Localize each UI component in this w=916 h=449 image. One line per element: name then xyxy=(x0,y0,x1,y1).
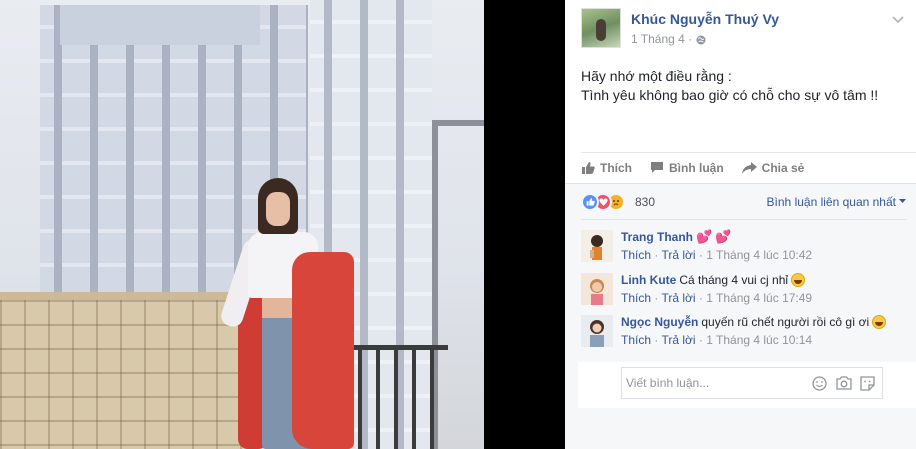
comment-meta: Thích · Trả lời · 1 Tháng 4 lúc 10:42 xyxy=(621,248,813,262)
comment-item: Linh Kute Cá tháng 4 vui cj nhỉ Thích · … xyxy=(581,271,906,313)
post-text-line: Hãy nhớ một điều rằng : xyxy=(581,68,732,84)
comment-meta: Thích · Trả lời · 1 Tháng 4 lúc 17:49 xyxy=(621,291,813,305)
comment-text: Trang Thanh 💕 💕 xyxy=(621,229,906,245)
comment-composer[interactable] xyxy=(621,367,883,399)
share-label: Chia sẻ xyxy=(761,160,805,175)
post-options-chevron-down-icon[interactable] xyxy=(890,12,906,28)
laughing-emoji-icon xyxy=(791,273,806,287)
laughing-emoji-icon xyxy=(872,315,887,329)
like-button[interactable]: Thích xyxy=(581,161,632,175)
reaction-count[interactable]: 830 xyxy=(635,195,655,209)
comment-item: Trang Thanh 💕 💕 Thích · Trả lời · 1 Thán… xyxy=(581,228,906,270)
like-label: Thích xyxy=(600,160,632,175)
post-timestamp[interactable]: 1 Tháng 4 · xyxy=(631,32,692,46)
emoji-icon[interactable] xyxy=(811,375,828,392)
like-icon xyxy=(581,192,599,211)
comment-time[interactable]: 1 Tháng 4 lúc 10:14 xyxy=(706,333,812,347)
post-side-panel: Khúc Nguyễn Thuý Vy 1 Tháng 4 · Hãy nhớ … xyxy=(565,0,916,449)
reactions-row: 830 Bình luận liên quan nhất xyxy=(581,184,906,220)
commenter-name[interactable]: Linh Kute xyxy=(621,272,676,288)
comment-icon xyxy=(651,162,663,173)
globe-icon[interactable] xyxy=(696,34,706,45)
comment-body: quyến rũ chết người rồi cô gì ơi xyxy=(701,315,870,329)
comment-reply-link[interactable]: Trả lời xyxy=(661,291,695,305)
composer-icons xyxy=(811,375,882,392)
photo-fur-right xyxy=(292,252,354,449)
author-name[interactable]: Khúc Nguyễn Thuý Vy xyxy=(631,11,779,27)
comment-button[interactable]: Bình luận xyxy=(650,161,724,175)
comments-section: 830 Bình luận liên quan nhất Trang Thanh… xyxy=(565,183,916,449)
comment-body: Cá tháng 4 vui cj nhỉ xyxy=(679,273,789,287)
comment-composer-area xyxy=(578,362,916,408)
comment-like-link[interactable]: Thích xyxy=(621,333,651,347)
comment-reply-link[interactable]: Trả lời xyxy=(661,248,695,262)
post-actions-bar: Thích Bình luận Chia sẻ xyxy=(581,152,916,182)
comment-text: Linh Kute Cá tháng 4 vui cj nhỉ xyxy=(621,272,906,288)
thumbs-up-icon xyxy=(582,162,595,174)
share-button[interactable]: Chia sẻ xyxy=(741,160,805,175)
post-photo[interactable] xyxy=(0,0,484,449)
post-header: Khúc Nguyễn Thuý Vy 1 Tháng 4 · xyxy=(581,8,906,50)
post-photo-viewer xyxy=(0,0,565,449)
heart-emoji-icon: 💕 xyxy=(715,229,732,244)
comment-label: Bình luận xyxy=(669,160,724,175)
author-avatar[interactable] xyxy=(581,8,621,48)
comment-input[interactable] xyxy=(626,376,811,390)
post-meta: 1 Tháng 4 · xyxy=(631,32,706,46)
photo-wall xyxy=(0,300,252,449)
commenter-name[interactable]: Trang Thanh xyxy=(621,229,693,245)
commenter-avatar[interactable] xyxy=(581,315,613,347)
comment-like-link[interactable]: Thích xyxy=(621,291,651,305)
post-text-line: Tình yêu không bao giờ có chỗ cho sự vô … xyxy=(581,87,879,103)
comment-like-link[interactable]: Thích xyxy=(621,248,651,262)
comment-sort-label: Bình luận liên quan nhất xyxy=(766,194,896,209)
share-icon xyxy=(741,161,757,174)
reaction-icons[interactable] xyxy=(581,192,629,211)
post-text: Hãy nhớ một điều rằng : Tình yêu không b… xyxy=(581,67,900,105)
comment-sort-dropdown[interactable]: Bình luận liên quan nhất xyxy=(767,195,906,209)
comment-text: Ngọc Nguyễn quyến rũ chết người rồi cô g… xyxy=(621,314,906,330)
commenter-avatar[interactable] xyxy=(581,230,613,262)
commenter-name[interactable]: Ngọc Nguyễn xyxy=(621,314,698,330)
commenter-avatar[interactable] xyxy=(581,273,613,305)
comment-time[interactable]: 1 Tháng 4 lúc 17:49 xyxy=(706,291,812,305)
comment-meta: Thích · Trả lời · 1 Tháng 4 lúc 10:14 xyxy=(621,333,813,347)
chevron-down-icon xyxy=(899,199,906,203)
heart-emoji-icon: 💕 xyxy=(696,229,713,244)
photo-building-roof xyxy=(60,5,260,45)
camera-icon[interactable] xyxy=(835,375,852,392)
sticker-icon[interactable] xyxy=(859,375,876,392)
comment-item: Ngọc Nguyễn quyến rũ chết người rồi cô g… xyxy=(581,313,906,355)
comment-reply-link[interactable]: Trả lời xyxy=(661,333,695,347)
comment-time[interactable]: 1 Tháng 4 lúc 10:42 xyxy=(706,248,812,262)
photo-face xyxy=(266,192,290,226)
photo-person xyxy=(218,178,362,449)
